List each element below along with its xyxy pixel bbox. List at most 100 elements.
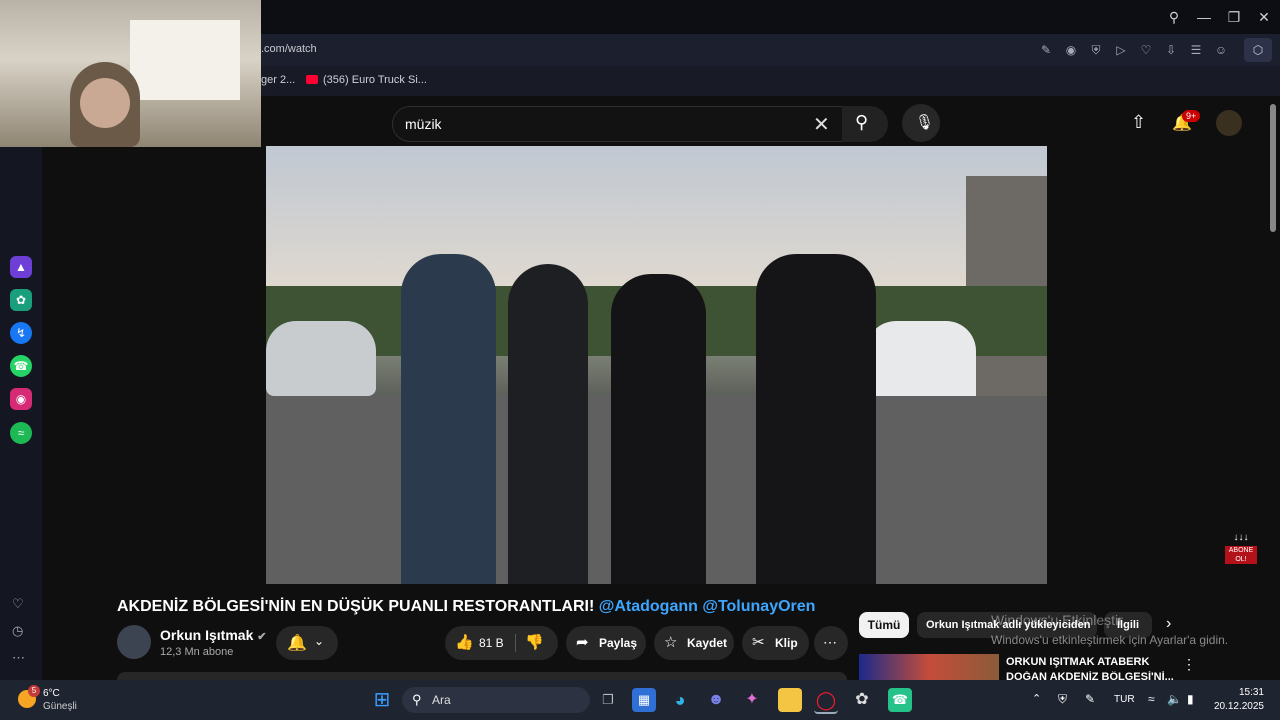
chevron-right-icon[interactable]: ›	[1166, 615, 1171, 633]
battery-icon[interactable]: ▮	[1187, 692, 1194, 706]
more-vertical-icon[interactable]: ⋮	[1182, 656, 1196, 673]
whatsapp-icon[interactable]: ☎	[10, 355, 32, 377]
subscription-button[interactable]: 🔔 ⌄	[276, 626, 338, 660]
volume-icon[interactable]: 🔈	[1167, 692, 1182, 706]
wifi-icon[interactable]: ≈	[1148, 692, 1155, 706]
recommended-thumbnail[interactable]	[859, 654, 999, 680]
activation-watermark-title: Windows'u Etkinleştir	[991, 612, 1123, 628]
bookmark-icon: ☆	[664, 634, 678, 651]
search-icon: ⚲	[412, 692, 422, 707]
subscribe-overlay[interactable]: ABONE OL!	[1225, 546, 1257, 564]
like-dislike-group: 👍 81 B 👎	[445, 626, 558, 660]
person-image	[401, 254, 496, 584]
share-icon: ➦	[576, 634, 589, 651]
security-icon[interactable]: ⛨	[1058, 692, 1067, 707]
shield-icon[interactable]: ⛨	[1088, 42, 1104, 58]
aria-icon[interactable]: ▲	[10, 256, 32, 278]
opera-icon[interactable]: ◯	[814, 688, 838, 714]
heart-icon[interactable]: ♡	[1138, 42, 1154, 58]
file-explorer-icon[interactable]	[778, 688, 802, 712]
mic-icon: 🎙	[915, 114, 935, 131]
url-text[interactable]: .com/watch	[261, 43, 317, 55]
task-view-icon[interactable]: ❐	[596, 688, 620, 712]
store-icon[interactable]: ▦	[632, 688, 656, 712]
easy-setup-icon[interactable]: ☰	[1188, 42, 1204, 58]
download-icon[interactable]: ⇩	[1163, 42, 1179, 58]
face-image	[80, 78, 130, 128]
video-title: AKDENİZ BÖLGESİ'NİN EN DÜŞÜK PUANLI REST…	[117, 598, 815, 616]
bookmark-item[interactable]: (356) Euro Truck Si...	[323, 74, 427, 86]
channel-name-text: Orkun Işıtmak	[160, 627, 254, 643]
video-player[interactable]	[266, 146, 1047, 584]
windows-start-icon[interactable]: ⊞	[370, 688, 394, 712]
clip-button[interactable]: ✂ Klip	[742, 626, 809, 660]
edge-icon[interactable]: ◕	[668, 688, 692, 712]
profile-icon[interactable]: ☺	[1213, 42, 1229, 58]
like-icon[interactable]: 👍	[455, 633, 474, 651]
clock-time[interactable]: 15:31	[1220, 687, 1264, 698]
spotify-icon[interactable]: ≈	[10, 422, 32, 444]
minimize-button[interactable]: —	[1194, 8, 1214, 26]
description-box[interactable]	[117, 672, 847, 680]
save-button[interactable]: ☆ Kaydet	[654, 626, 734, 660]
recommended-title[interactable]: ORKUN IŞITMAK ATABERK	[1006, 656, 1149, 668]
teams-icon[interactable]: ☻	[704, 688, 728, 712]
instagram-icon[interactable]: ◉	[10, 388, 32, 410]
avatar[interactable]	[1216, 110, 1242, 136]
taskbar-search[interactable]: ⚲ Ara	[402, 687, 590, 713]
verified-icon: ✔	[257, 631, 267, 643]
person-image	[611, 274, 706, 584]
bookmark-item[interactable]: ger 2...	[261, 74, 295, 86]
scissors-icon: ✂	[752, 634, 765, 651]
activation-watermark-text: Windows'u etkinleştirmek için Ayarlar'a …	[991, 633, 1229, 647]
weather-badge: 5	[28, 685, 40, 697]
history-icon[interactable]: ◷	[12, 623, 23, 639]
close-window-button[interactable]: ✕	[1254, 8, 1274, 26]
chip-all[interactable]: Tümü	[859, 612, 909, 638]
recommended-title-line2[interactable]: DOĞAN AKDENİZ BÖLGESİ'Nİ...	[1006, 671, 1174, 680]
heart-icon[interactable]: ♡	[12, 596, 24, 612]
notification-badge: 9+	[1182, 110, 1201, 122]
extensions-icon[interactable]: ⬡	[1244, 38, 1272, 62]
video-title-text: AKDENİZ BÖLGESİ'NİN EN DÜŞÜK PUANLI REST…	[117, 598, 595, 615]
opera-sidebar: ▲ ✿ ↯ ☎ ◉ ≈ ♡ ◷ ⋯	[0, 96, 42, 680]
play-icon[interactable]: ▷	[1113, 42, 1129, 58]
youtube-favicon-icon	[306, 75, 318, 84]
restore-button[interactable]: ❐	[1224, 8, 1244, 26]
weather-desc[interactable]: Güneşli	[43, 701, 77, 712]
more-icon[interactable]: ⋯	[12, 650, 25, 666]
search-button[interactable]: ⚲	[842, 106, 888, 142]
channel-avatar[interactable]	[117, 625, 151, 659]
clear-search-icon[interactable]: ✕	[813, 112, 830, 137]
channel-name[interactable]: Orkun Işıtmak ✔	[160, 627, 266, 643]
search-tabs-icon[interactable]: ⚲	[1164, 8, 1184, 26]
bell-icon: 🔔	[287, 635, 307, 652]
subscribe-arrows-icon: ↓↓↓	[1233, 532, 1249, 543]
whatsapp-icon[interactable]: ☎	[888, 688, 912, 712]
upload-icon[interactable]: ⇧	[1131, 112, 1146, 133]
messenger-icon[interactable]: ↯	[10, 322, 32, 344]
copilot-icon[interactable]: ✦	[740, 688, 764, 712]
more-actions-button[interactable]: ⋯	[814, 626, 848, 660]
chatgpt-icon[interactable]: ✿	[10, 289, 32, 311]
chevron-up-icon[interactable]: ⌃	[1032, 692, 1041, 705]
language-indicator[interactable]: TUR	[1114, 694, 1135, 705]
pen-icon[interactable]: ✎	[1085, 692, 1095, 706]
share-label: Paylaş	[599, 636, 638, 650]
dislike-icon[interactable]: 👎	[525, 633, 544, 651]
share-button[interactable]: ➦ Paylaş	[566, 626, 646, 660]
edit-icon[interactable]: ✎	[1038, 42, 1054, 58]
voice-search-button[interactable]: 🎙	[902, 104, 940, 142]
camera-icon[interactable]: ◉	[1063, 42, 1079, 58]
video-title-mentions[interactable]: @Atadogann @TolunayOren	[599, 598, 816, 615]
person-image	[508, 264, 588, 584]
subscriber-count: 12,3 Mn abone	[160, 646, 234, 658]
like-count[interactable]: 81 B	[479, 636, 504, 650]
scrollbar-thumb[interactable]	[1270, 104, 1276, 232]
clock-date[interactable]: 20.12.2025	[1210, 701, 1264, 712]
divider	[515, 634, 516, 652]
search-input[interactable]: müzik ✕	[392, 106, 844, 142]
chatgpt-icon[interactable]: ✿	[850, 688, 874, 712]
window-light-image	[130, 20, 240, 100]
weather-temp[interactable]: 6°C	[43, 688, 60, 699]
